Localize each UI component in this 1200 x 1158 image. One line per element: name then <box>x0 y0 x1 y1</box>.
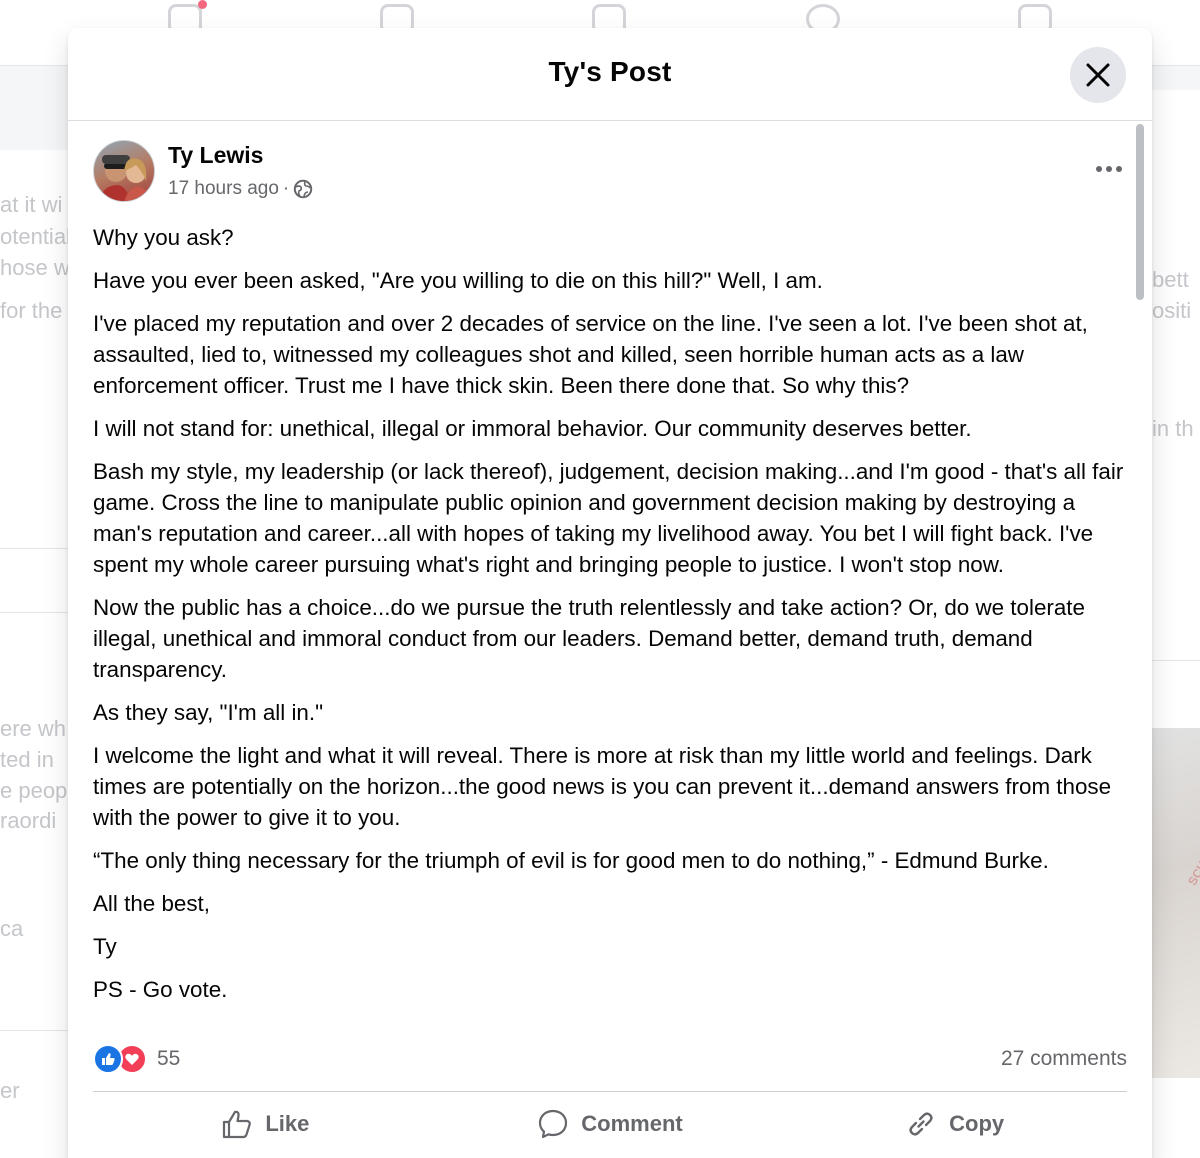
modal-header: Ty's Post <box>68 28 1152 121</box>
background-post-image <box>1152 728 1200 1078</box>
close-button[interactable] <box>1070 47 1126 103</box>
post-paragraph: Have you ever been asked, "Are you willi… <box>93 268 823 293</box>
divider <box>1152 660 1200 661</box>
post-modal: Ty's Post Ty Lewis 17 hours ago · Why yo… <box>68 28 1152 1158</box>
actions-divider <box>93 1091 1127 1092</box>
like-label: Like <box>265 1111 310 1136</box>
divider <box>0 1030 68 1031</box>
background-text: ositi <box>1152 298 1192 323</box>
background-text: in th <box>1152 416 1194 441</box>
comment-label: Comment <box>581 1111 683 1136</box>
post-actions: Like Comment Copy <box>93 1098 1127 1150</box>
modal-scrollbar[interactable] <box>1136 124 1144 300</box>
background-text: hose w <box>0 255 68 280</box>
post-body: Why you ask? Have you ever been asked, "… <box>93 222 1127 1005</box>
background-text: raordi <box>0 808 57 833</box>
reaction-count: 55 <box>157 1047 181 1070</box>
post-paragraph: All the best, <box>93 891 210 916</box>
thumbs-up-icon <box>223 1110 252 1139</box>
notification-dot <box>198 0 207 9</box>
copy-label: Copy <box>949 1111 1005 1136</box>
background-text: for the <box>0 298 63 323</box>
post-paragraph: I've placed my reputation and over 2 dec… <box>93 311 1088 398</box>
post-paragraph: Ty <box>93 934 117 959</box>
close-icon <box>1086 63 1110 87</box>
post-paragraph: Bash my style, my leadership (or lack th… <box>93 459 1124 577</box>
more-icon <box>1096 166 1122 172</box>
background-text: ted in <box>0 747 54 772</box>
background-text: er <box>0 1078 20 1103</box>
post-paragraph: I will not stand for: unethical, illegal… <box>93 416 972 441</box>
more-options-button[interactable] <box>1091 154 1127 184</box>
copy-link-button[interactable]: Copy <box>782 1098 1127 1150</box>
post-author[interactable]: Ty Lewis <box>168 142 263 169</box>
background-text: e peopl <box>0 778 68 803</box>
post-paragraph: I welcome the light and what it will rev… <box>93 743 1112 830</box>
post-meta: 17 hours ago · <box>168 178 313 200</box>
like-button[interactable]: Like <box>93 1098 438 1150</box>
modal-title: Ty's Post <box>548 56 672 87</box>
reaction-summary-button[interactable]: 55 <box>93 1044 180 1074</box>
comment-button[interactable]: Comment <box>438 1098 783 1150</box>
post-content: Ty Lewis 17 hours ago · Why you ask? Hav… <box>93 140 1127 1017</box>
avatar[interactable] <box>93 140 155 202</box>
post-timestamp[interactable]: 17 hours ago <box>168 178 279 200</box>
reactions-summary: 55 27 comments <box>93 1038 1127 1080</box>
post-paragraph: PS - Go vote. <box>93 977 228 1002</box>
background-text: ere wh <box>0 716 67 741</box>
like-reaction-icon <box>93 1044 123 1074</box>
post-header: Ty Lewis 17 hours ago · <box>93 140 1127 206</box>
globe-icon[interactable] <box>293 179 313 199</box>
post-paragraph: Now the public has a choice...do we purs… <box>93 595 1085 682</box>
link-icon <box>909 1112 933 1136</box>
background-text: bett <box>1152 267 1189 292</box>
background-text: otential <box>0 224 68 249</box>
divider <box>0 548 68 549</box>
comment-icon <box>539 1109 568 1139</box>
post-paragraph: Why you ask? <box>93 225 234 250</box>
background-text: ca <box>0 916 24 941</box>
background-text: at it wi <box>0 192 63 217</box>
post-paragraph: As they say, "I'm all in." <box>93 700 324 725</box>
post-paragraph: “The only thing necessary for the triump… <box>93 848 1049 873</box>
meta-separator: · <box>282 178 290 199</box>
divider <box>0 612 68 613</box>
comments-count[interactable]: 27 comments <box>1001 1047 1127 1071</box>
avatar-photo <box>98 155 152 201</box>
